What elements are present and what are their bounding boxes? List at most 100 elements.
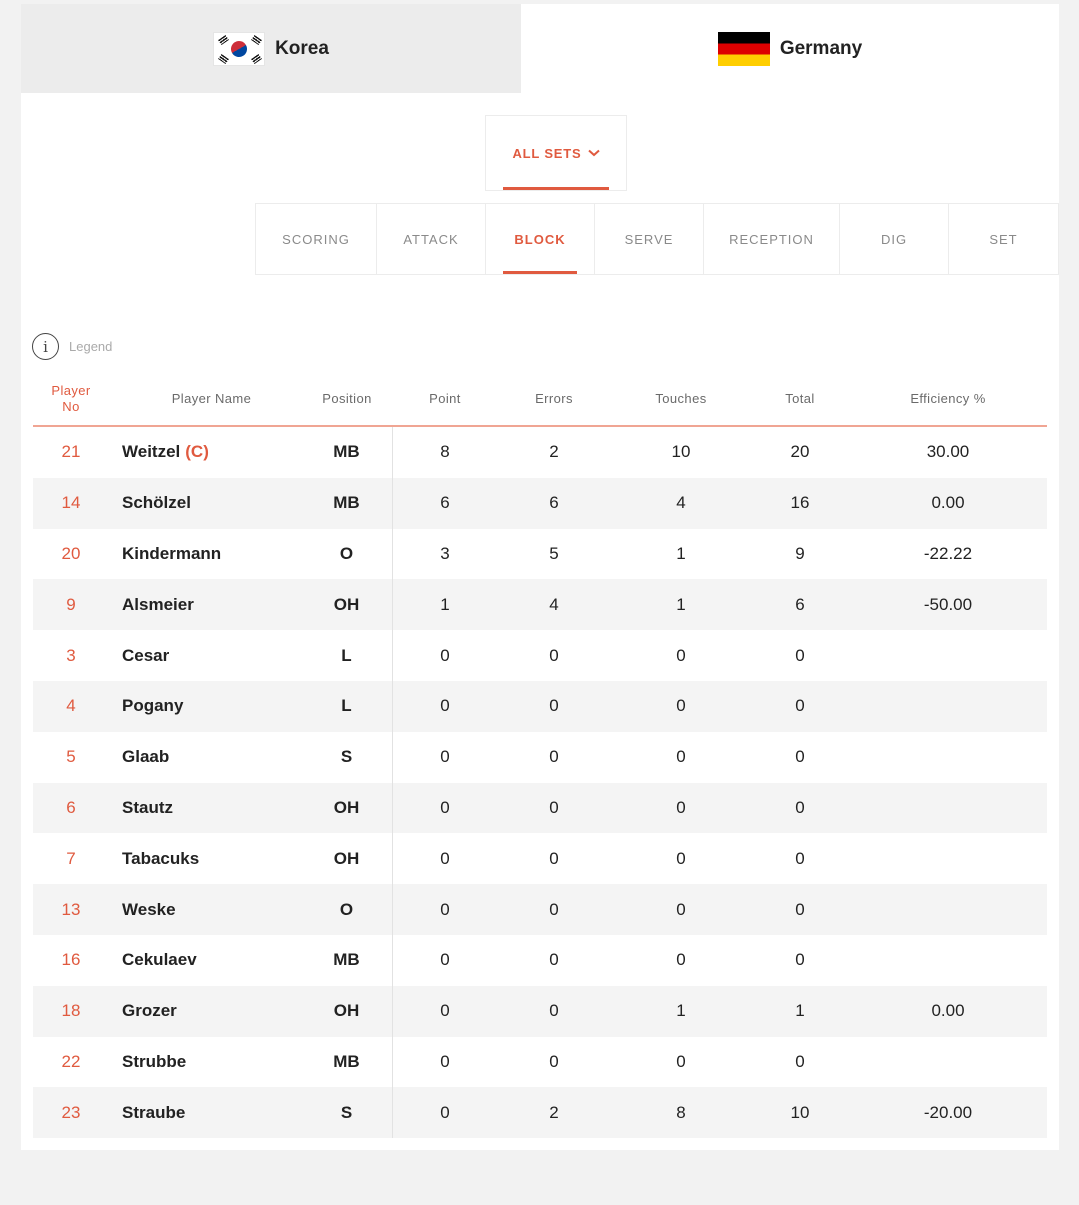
header-total[interactable]: Total [751, 391, 849, 407]
player-no-value: 5 [66, 747, 76, 767]
player-no-cell: 3 [33, 630, 109, 681]
header-player-name[interactable]: Player Name [109, 391, 301, 407]
point-cell: 3 [393, 529, 497, 580]
touches-value: 0 [676, 797, 686, 817]
errors-value: 0 [549, 1001, 559, 1021]
efficiency-cell [849, 833, 1047, 884]
efficiency-cell: -20.00 [849, 1087, 1047, 1138]
player-no-value: 18 [61, 1001, 81, 1021]
position-value: L [341, 696, 352, 716]
point-value: 0 [440, 1001, 450, 1021]
efficiency-value: -22.22 [923, 543, 973, 563]
touches-value: 1 [676, 543, 686, 563]
table-row: 5 Glaab S 0 0 0 0 [33, 731, 1047, 783]
tab-set[interactable]: SET [949, 203, 1059, 275]
stat-tabs: SCORING ATTACK BLOCK SERVE RECEPTION DIG… [255, 203, 1059, 275]
point-value: 6 [440, 493, 450, 513]
point-value: 0 [440, 645, 450, 665]
tab-dig[interactable]: DIG [840, 203, 949, 275]
point-cell: 1 [393, 579, 497, 630]
player-no-cell: 14 [33, 478, 109, 529]
player-no-value: 23 [61, 1102, 81, 1122]
total-cell: 10 [751, 1087, 849, 1138]
position-cell: MB [301, 934, 393, 986]
errors-value: 0 [549, 1051, 559, 1071]
touches-value: 4 [676, 493, 686, 513]
table-row: 23 Straube S 0 2 8 10 -20.00 [33, 1087, 1047, 1139]
touches-cell: 0 [611, 1037, 751, 1088]
tab-attack[interactable]: ATTACK [377, 203, 486, 275]
total-cell: 0 [751, 630, 849, 681]
sets-filter-label: ALL SETS [512, 145, 582, 161]
total-value: 10 [790, 1102, 810, 1122]
efficiency-cell: 0.00 [849, 986, 1047, 1037]
total-cell: 6 [751, 579, 849, 630]
errors-cell: 0 [497, 884, 611, 935]
player-name-cell: Grozer [109, 986, 301, 1037]
position-cell: OH [301, 985, 393, 1037]
point-value: 8 [440, 442, 450, 462]
player-name-value: Weitzel [122, 442, 181, 462]
player-name-cell: Weske [109, 884, 301, 935]
player-no-value: 22 [61, 1051, 81, 1071]
player-no-cell: 9 [33, 579, 109, 630]
touches-cell: 0 [611, 681, 751, 732]
errors-value: 2 [549, 1102, 559, 1122]
point-cell: 0 [393, 732, 497, 783]
touches-cell: 0 [611, 833, 751, 884]
header-efficiency[interactable]: Efficiency % [849, 391, 1047, 407]
player-no-value: 3 [66, 645, 76, 665]
efficiency-cell [849, 1037, 1047, 1088]
header-touches[interactable]: Touches [611, 391, 751, 407]
errors-cell: 0 [497, 935, 611, 986]
efficiency-value: 0.00 [931, 493, 965, 513]
legend-toggle[interactable]: i Legend [32, 333, 112, 360]
team-tab-korea[interactable]: Korea [21, 4, 521, 93]
team-name-korea: Korea [275, 37, 329, 59]
position-cell: MB [301, 427, 393, 478]
legend-label: Legend [69, 339, 113, 354]
germany-flag-icon [717, 31, 770, 66]
header-errors[interactable]: Errors [497, 391, 611, 407]
total-value: 0 [795, 899, 805, 919]
total-value: 6 [795, 594, 805, 614]
touches-value: 0 [676, 848, 686, 868]
header-position[interactable]: Position [301, 391, 393, 407]
tab-scoring[interactable]: SCORING [255, 203, 377, 275]
total-cell: 0 [751, 1037, 849, 1088]
tab-block[interactable]: BLOCK [486, 203, 595, 275]
total-cell: 0 [751, 935, 849, 986]
player-no-value: 16 [61, 950, 81, 970]
table-row: 14 Schölzel MB 6 6 4 16 0.00 [33, 477, 1047, 529]
position-value: MB [333, 950, 360, 970]
tab-reception[interactable]: RECEPTION [704, 203, 840, 275]
efficiency-cell [849, 884, 1047, 935]
player-name-cell: Weitzel (C) [109, 427, 301, 478]
player-name-cell: Schölzel [109, 478, 301, 529]
touches-cell: 4 [611, 478, 751, 529]
efficiency-cell: 0.00 [849, 478, 1047, 529]
position-value: OH [333, 848, 360, 868]
position-value: S [340, 747, 353, 767]
korea-flag-icon [213, 31, 266, 66]
efficiency-cell [849, 630, 1047, 681]
sets-filter-underline [503, 187, 609, 190]
table-row: 21 Weitzel (C) MB 8 2 10 20 30.00 [33, 427, 1047, 478]
player-no-cell: 23 [33, 1087, 109, 1138]
sets-filter-dropdown[interactable]: ALL SETS [485, 115, 627, 191]
point-cell: 0 [393, 986, 497, 1037]
touches-cell: 0 [611, 884, 751, 935]
position-cell: OH [301, 833, 393, 885]
player-no-value: 9 [66, 594, 76, 614]
total-cell: 0 [751, 732, 849, 783]
team-tab-germany[interactable]: Germany [521, 4, 1059, 93]
errors-value: 0 [549, 645, 559, 665]
player-name-cell: Straube [109, 1087, 301, 1138]
total-value: 20 [790, 442, 810, 462]
total-value: 1 [795, 1001, 805, 1021]
point-value: 1 [440, 594, 450, 614]
header-player-no[interactable]: Player No [33, 383, 109, 415]
header-point[interactable]: Point [393, 391, 497, 407]
efficiency-cell: -50.00 [849, 579, 1047, 630]
tab-serve[interactable]: SERVE [595, 203, 704, 275]
